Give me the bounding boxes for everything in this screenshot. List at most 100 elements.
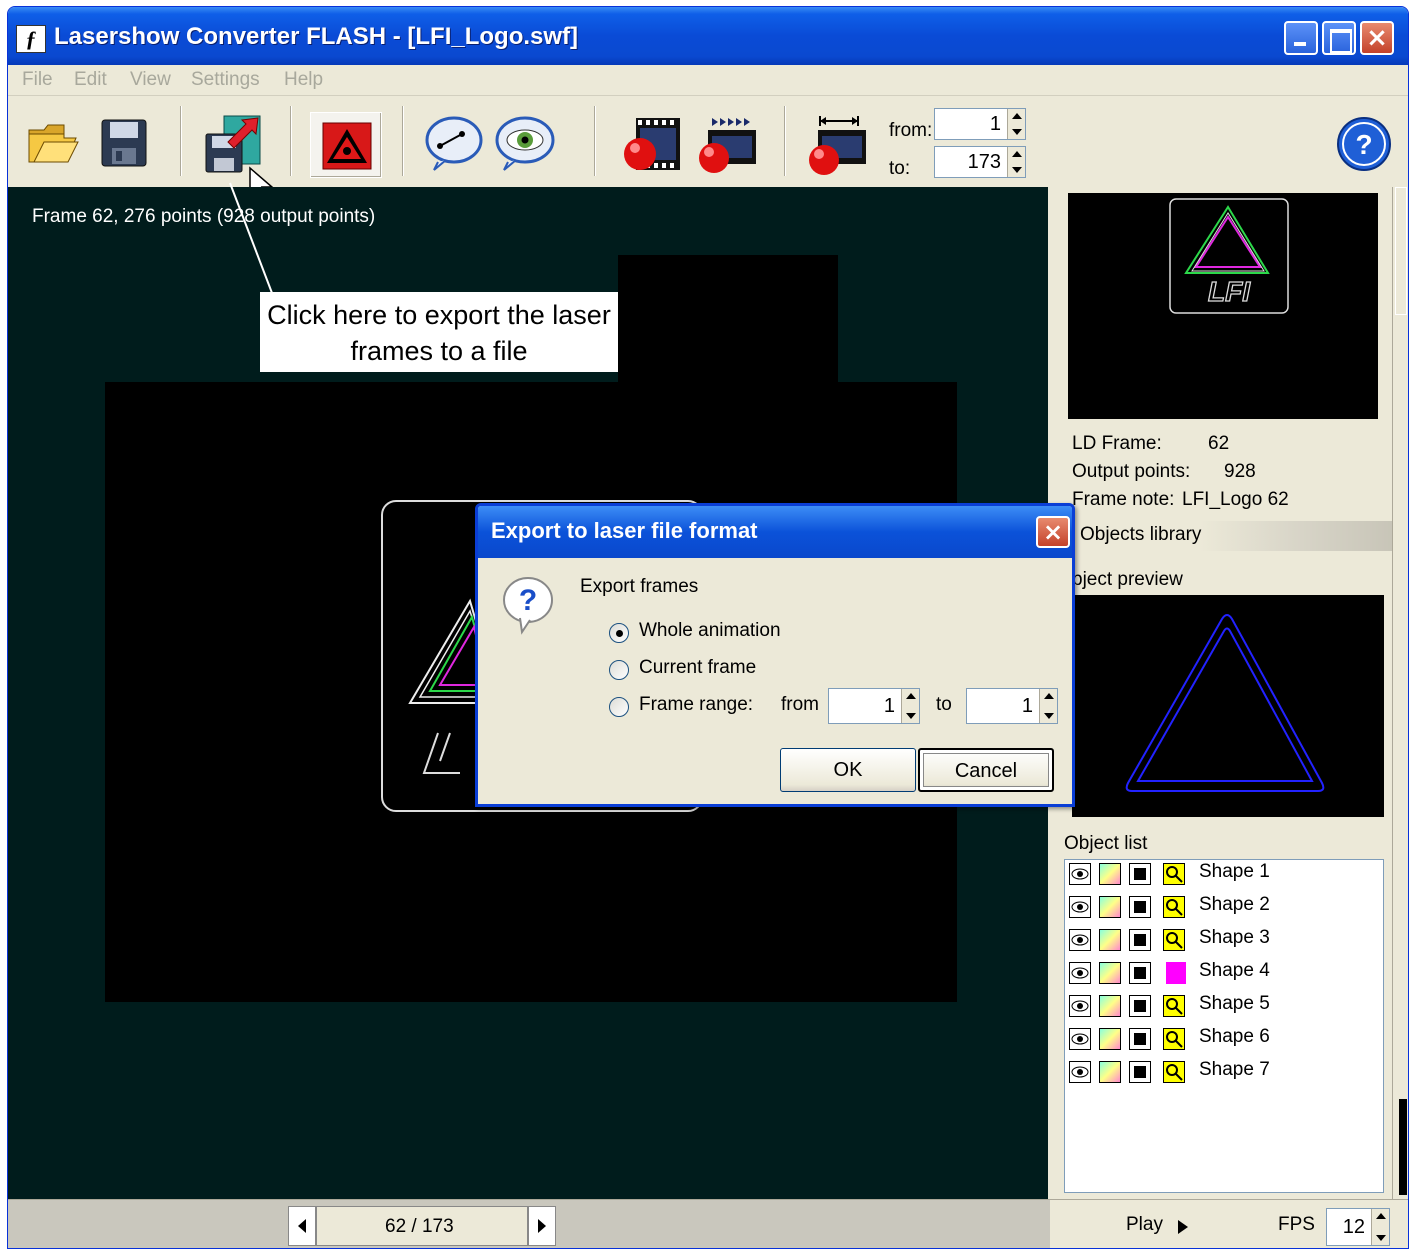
save-disk-icon[interactable] bbox=[98, 116, 152, 170]
fill-black-icon[interactable] bbox=[1129, 929, 1151, 951]
maximize-button[interactable] bbox=[1322, 21, 1356, 55]
list-item[interactable]: Shape 6 bbox=[1069, 1025, 1385, 1055]
color-edit-icon[interactable] bbox=[1099, 1061, 1121, 1083]
object-name: Shape 1 bbox=[1199, 861, 1270, 882]
toolbar-separator bbox=[784, 106, 786, 176]
fill-black-icon[interactable] bbox=[1129, 863, 1151, 885]
status-bar: 62 / 173 Play FPS 12 bbox=[8, 1199, 1408, 1248]
triangle-shape-preview bbox=[1125, 614, 1325, 792]
option-frame-range[interactable]: Frame range: bbox=[639, 694, 753, 716]
eye-icon[interactable] bbox=[1069, 962, 1091, 984]
menu-edit[interactable]: Edit bbox=[74, 69, 107, 91]
record-animation-icon[interactable] bbox=[692, 114, 760, 176]
title-bar[interactable]: ƒ Lasershow Converter FLASH - [LFI_Logo.… bbox=[8, 7, 1408, 65]
preview-eye-icon[interactable] bbox=[494, 114, 556, 172]
color-edit-icon[interactable] bbox=[1099, 1028, 1121, 1050]
fill-black-icon[interactable] bbox=[1129, 1028, 1151, 1050]
fps-label: FPS bbox=[1278, 1214, 1315, 1235]
color-edit-icon[interactable] bbox=[1099, 896, 1121, 918]
spin-arrows-icon[interactable] bbox=[1039, 689, 1057, 723]
output-points-value: 928 bbox=[1224, 461, 1256, 482]
menu-help[interactable]: Help bbox=[284, 69, 323, 91]
color-edit-icon[interactable] bbox=[1099, 929, 1121, 951]
minimize-button[interactable] bbox=[1284, 21, 1318, 55]
cancel-button[interactable]: Cancel bbox=[918, 748, 1054, 792]
list-item[interactable]: Shape 7 bbox=[1069, 1058, 1385, 1088]
object-preview bbox=[1072, 595, 1384, 817]
color-edit-icon[interactable] bbox=[1099, 995, 1121, 1017]
open-folder-icon[interactable] bbox=[26, 116, 80, 170]
objects-library-header[interactable]: Objects library bbox=[1072, 521, 1392, 551]
frame-info: Frame 62, 276 points (928 output points) bbox=[32, 206, 376, 227]
fill-black-icon[interactable] bbox=[1129, 1061, 1151, 1083]
menu-file[interactable]: File bbox=[22, 69, 53, 91]
eye-icon[interactable] bbox=[1069, 929, 1091, 951]
dialog-close-button[interactable]: × bbox=[1036, 516, 1070, 548]
laser-warning-toggle[interactable] bbox=[310, 112, 382, 178]
radio-current-frame[interactable] bbox=[609, 660, 629, 680]
option-current-frame[interactable]: Current frame bbox=[639, 657, 756, 679]
eye-icon[interactable] bbox=[1069, 1028, 1091, 1050]
eye-icon[interactable] bbox=[1069, 863, 1091, 885]
radio-whole-animation[interactable] bbox=[609, 623, 629, 643]
list-item[interactable]: Shape 5 bbox=[1069, 992, 1385, 1022]
fps-spinner[interactable]: 12 bbox=[1326, 1208, 1390, 1246]
key-icon[interactable] bbox=[1163, 896, 1185, 918]
color-edit-icon[interactable] bbox=[1099, 962, 1121, 984]
menu-view[interactable]: View bbox=[130, 69, 171, 91]
dialog-title-bar[interactable]: Export to laser file format × bbox=[478, 506, 1072, 558]
record-frame-icon[interactable] bbox=[620, 114, 684, 176]
range-from-spinner[interactable]: 1 bbox=[828, 688, 920, 724]
key-icon[interactable] bbox=[1163, 1061, 1185, 1083]
object-name: Shape 4 bbox=[1199, 960, 1270, 981]
radio-frame-range[interactable] bbox=[609, 697, 629, 717]
toolbar-separator bbox=[290, 106, 292, 176]
key-icon[interactable] bbox=[1163, 929, 1185, 951]
eye-icon[interactable] bbox=[1069, 1061, 1091, 1083]
range-to-spinner[interactable]: 1 bbox=[966, 688, 1058, 724]
play-button[interactable]: Play bbox=[1118, 1212, 1198, 1242]
right-scrollbar[interactable] bbox=[1392, 187, 1408, 1199]
callout-text: Click here to export the laser frames to… bbox=[267, 300, 611, 366]
laser-warning-icon bbox=[322, 122, 372, 170]
key-icon[interactable] bbox=[1163, 1028, 1185, 1050]
frame-note-label: Frame note: bbox=[1072, 489, 1175, 510]
scroll-thumb[interactable] bbox=[1395, 187, 1407, 315]
spin-arrows-icon[interactable] bbox=[1007, 109, 1025, 139]
key-icon[interactable] bbox=[1163, 863, 1185, 885]
list-item[interactable]: Shape 2 bbox=[1069, 893, 1385, 923]
close-button[interactable]: × bbox=[1360, 21, 1394, 55]
fill-black-icon[interactable] bbox=[1129, 896, 1151, 918]
color-edit-icon[interactable] bbox=[1099, 863, 1121, 885]
eye-icon[interactable] bbox=[1069, 896, 1091, 918]
list-item[interactable]: Shape 3 bbox=[1069, 926, 1385, 956]
from-frame-spinner[interactable]: 1 bbox=[934, 108, 1026, 140]
help-icon[interactable]: ? bbox=[1336, 116, 1392, 172]
frame-note-value: LFI_Logo 62 bbox=[1182, 489, 1289, 510]
fill-black-icon[interactable] bbox=[1129, 962, 1151, 984]
fill-black-icon[interactable] bbox=[1129, 995, 1151, 1017]
object-list[interactable]: Shape 1 Shape 2 Shape 3 Shape 4 Shape 5 … bbox=[1064, 859, 1384, 1193]
ok-button[interactable]: OK bbox=[780, 748, 916, 792]
path-edit-icon[interactable] bbox=[424, 114, 484, 172]
key-icon[interactable] bbox=[1163, 995, 1185, 1017]
to-frame-spinner[interactable]: 173 bbox=[934, 146, 1026, 178]
question-icon: ? bbox=[503, 577, 553, 635]
spin-arrows-icon[interactable] bbox=[1007, 147, 1025, 177]
spin-arrows-icon[interactable] bbox=[1371, 1209, 1389, 1245]
export-laser-file-icon[interactable] bbox=[202, 112, 264, 174]
prev-frame-button[interactable] bbox=[288, 1206, 316, 1246]
list-item[interactable]: Shape 4 bbox=[1069, 959, 1385, 989]
color-swatch[interactable] bbox=[1163, 962, 1186, 984]
spin-arrows-icon[interactable] bbox=[901, 689, 919, 723]
eye-icon[interactable] bbox=[1069, 995, 1091, 1017]
ld-frame-value: 62 bbox=[1208, 433, 1230, 454]
timeline-position[interactable]: 62 / 173 bbox=[316, 1206, 528, 1246]
option-whole-animation[interactable]: Whole animation bbox=[639, 620, 781, 642]
frame-position: 62 / 173 bbox=[385, 1216, 454, 1237]
list-item[interactable]: Shape 1 bbox=[1069, 860, 1385, 890]
frame-range-icon[interactable] bbox=[806, 112, 870, 178]
svg-text:?: ? bbox=[1355, 129, 1372, 160]
menu-settings[interactable]: Settings bbox=[191, 69, 260, 91]
next-frame-button[interactable] bbox=[528, 1206, 556, 1246]
